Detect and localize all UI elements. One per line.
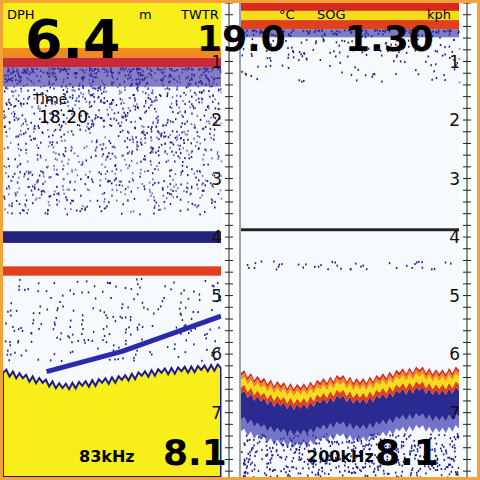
echo-layer bbox=[3, 266, 221, 275]
sonar-panel: 1 2 3 4 5 6 7 bbox=[239, 3, 475, 477]
readout-label: SOG bbox=[317, 7, 346, 23]
target-trace bbox=[47, 316, 221, 372]
readout-value: 6.4 bbox=[25, 13, 121, 67]
svg-text:7: 7 bbox=[449, 403, 460, 423]
time-value: 18:20 bbox=[39, 107, 88, 127]
echogram: 1 2 3 4 5 6 7 bbox=[241, 3, 477, 477]
svg-text:3: 3 bbox=[449, 169, 460, 189]
echogram: 1234567 bbox=[3, 3, 239, 477]
depth-scale: 1234567 bbox=[211, 3, 239, 477]
depth-scale: 1 2 3 4 5 6 7 bbox=[449, 3, 477, 477]
sonar-panel: 1234567 bbox=[3, 3, 239, 477]
readout-value: 19.0 bbox=[197, 21, 286, 57]
svg-text:5: 5 bbox=[449, 286, 460, 306]
echo-layer bbox=[241, 228, 459, 231]
svg-text:7: 7 bbox=[211, 403, 222, 423]
svg-text:5: 5 bbox=[211, 286, 222, 306]
readout-unit: m bbox=[139, 7, 152, 23]
svg-text:2: 2 bbox=[449, 110, 460, 130]
frequency-label: 200kHz bbox=[307, 447, 374, 467]
readout-unit: kph bbox=[427, 7, 451, 23]
svg-text:1: 1 bbox=[449, 52, 460, 72]
range-value: 8.1 bbox=[375, 435, 439, 471]
svg-text:6: 6 bbox=[449, 344, 460, 364]
svg-text:3: 3 bbox=[211, 169, 222, 189]
readout-unit: °C bbox=[279, 7, 295, 23]
sonar-screen: 12345671234567DPH6.4mTWTR19.0°CSOG1.30kp… bbox=[0, 0, 480, 480]
time-label: Time bbox=[33, 91, 67, 107]
svg-text:6: 6 bbox=[211, 344, 222, 364]
range-value: 8.1 bbox=[163, 435, 227, 471]
svg-text:4: 4 bbox=[211, 227, 222, 247]
surface-clutter bbox=[3, 3, 221, 87]
echo-layer bbox=[3, 231, 221, 243]
readout-value: 1.30 bbox=[345, 21, 434, 57]
frequency-label: 83kHz bbox=[79, 447, 135, 467]
svg-text:2: 2 bbox=[211, 110, 222, 130]
svg-text:4: 4 bbox=[449, 227, 460, 247]
